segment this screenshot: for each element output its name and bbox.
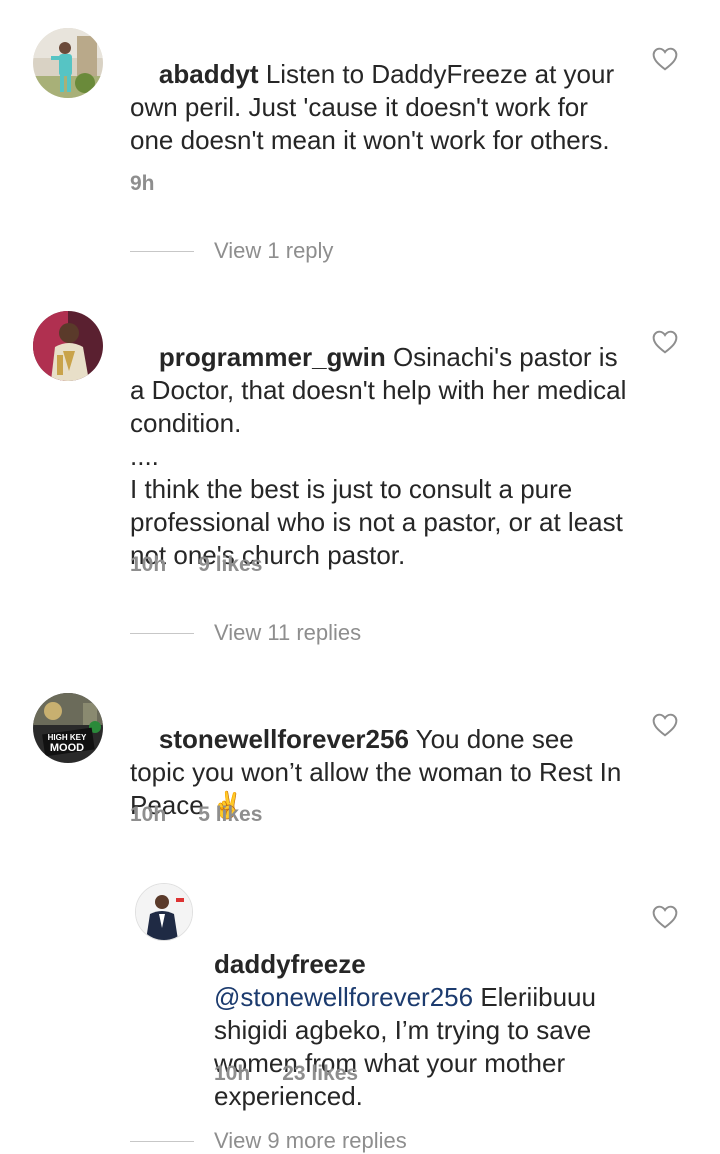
comment-username[interactable]: stonewellforever256 bbox=[159, 724, 409, 754]
view-more-replies-button[interactable]: View 9 more replies bbox=[130, 1128, 407, 1154]
view-replies-button[interactable]: View 1 reply bbox=[130, 238, 333, 264]
reply-text: daddyfreeze @stonewellforever256 Eleriibu… bbox=[214, 882, 634, 1146]
comment-username[interactable]: abaddyt bbox=[159, 59, 259, 89]
like-heart-icon[interactable] bbox=[652, 47, 678, 71]
view-replies-label: View 9 more replies bbox=[214, 1128, 407, 1153]
like-heart-icon[interactable] bbox=[652, 713, 678, 737]
reply-mention[interactable]: @stonewellforever256 bbox=[214, 982, 473, 1012]
avatar-photo-icon bbox=[33, 311, 103, 381]
comment-timestamp: 10h bbox=[130, 803, 167, 826]
user-avatar[interactable] bbox=[135, 883, 193, 941]
comment-timestamp: 9h bbox=[130, 172, 155, 195]
like-heart-icon[interactable] bbox=[652, 905, 678, 929]
divider-line bbox=[130, 1140, 194, 1142]
comment-meta: 10h 9 likes bbox=[130, 553, 294, 577]
comment-body: Osinachi's pastor is a Doctor, that does… bbox=[130, 342, 627, 570]
divider-line bbox=[130, 250, 194, 252]
reply-timestamp: 10h bbox=[214, 1062, 251, 1085]
avatar-photo-icon: HIGH KEY MOOD bbox=[33, 693, 103, 763]
comment-text: abaddyt Listen to DaddyFreeze at your ow… bbox=[130, 25, 630, 190]
reply-username[interactable]: daddyfreeze bbox=[214, 948, 634, 981]
comment-timestamp: 10h bbox=[130, 553, 167, 576]
user-avatar[interactable] bbox=[33, 311, 103, 381]
comment-username[interactable]: programmer_gwin bbox=[159, 342, 386, 372]
avatar-photo-icon bbox=[136, 884, 192, 940]
comment-likes[interactable]: 5 likes bbox=[198, 803, 262, 826]
avatar-photo-icon bbox=[33, 28, 103, 98]
like-heart-icon[interactable] bbox=[652, 330, 678, 354]
divider-line bbox=[130, 632, 194, 634]
user-avatar[interactable] bbox=[33, 28, 103, 98]
view-replies-label: View 1 reply bbox=[214, 238, 334, 263]
user-avatar[interactable]: HIGH KEY MOOD bbox=[33, 693, 103, 763]
badge-text-bottom: MOOD bbox=[50, 742, 84, 754]
reply-likes[interactable]: 23 likes bbox=[282, 1062, 358, 1085]
comment-meta: 9h bbox=[130, 172, 187, 196]
view-replies-label: View 11 replies bbox=[214, 620, 362, 645]
comment-likes[interactable]: 9 likes bbox=[198, 553, 262, 576]
comment-meta: 10h 5 likes bbox=[130, 803, 294, 827]
view-replies-button[interactable]: View 11 replies bbox=[130, 620, 361, 646]
comment-text: stonewellforever256 You done see topic y… bbox=[130, 690, 630, 855]
badge-text-top: HIGH KEY bbox=[48, 733, 87, 742]
reply-meta: 10h 23 likes bbox=[214, 1062, 390, 1086]
